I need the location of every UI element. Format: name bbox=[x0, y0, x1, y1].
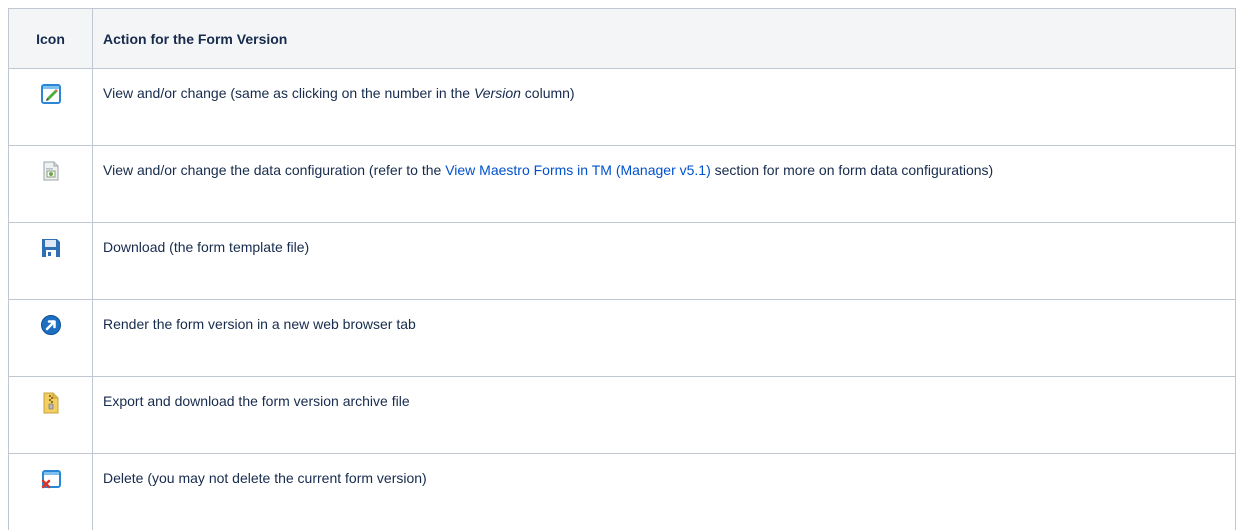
action-description: Delete (you may not delete the current f… bbox=[93, 454, 1236, 530]
action-text-tail: column) bbox=[521, 85, 575, 101]
action-description: View and/or change (same as clicking on … bbox=[93, 69, 1236, 146]
action-description: View and/or change the data configuratio… bbox=[93, 146, 1236, 223]
view-maestro-forms-link[interactable]: View Maestro Forms in TM (Manager v5.1) bbox=[445, 162, 711, 178]
data-configuration-icon bbox=[40, 160, 62, 182]
open-arrow-icon bbox=[40, 314, 62, 336]
delete-window-icon bbox=[40, 468, 62, 490]
action-column-header: Action for the Form Version bbox=[93, 9, 1236, 69]
table-row: View and/or change the data configuratio… bbox=[9, 146, 1236, 223]
table-row: Download (the form template file) bbox=[9, 223, 1236, 300]
edit-pencil-icon bbox=[40, 83, 62, 105]
table-header-row: Icon Action for the Form Version bbox=[9, 9, 1236, 69]
icon-column-header: Icon bbox=[9, 9, 93, 69]
action-description: Download (the form template file) bbox=[93, 223, 1236, 300]
icon-cell bbox=[9, 69, 93, 146]
icon-cell bbox=[9, 377, 93, 454]
action-text-tail: section for more on form data configurat… bbox=[711, 162, 993, 178]
floppy-disk-save-icon bbox=[40, 237, 62, 259]
form-version-actions-table: Icon Action for the Form Version View an… bbox=[8, 8, 1236, 530]
table-row: Delete (you may not delete the current f… bbox=[9, 454, 1236, 530]
table-row: Render the form version in a new web bro… bbox=[9, 300, 1236, 377]
icon-cell bbox=[9, 300, 93, 377]
action-text: View and/or change (same as clicking on … bbox=[103, 85, 474, 101]
zip-archive-icon bbox=[40, 391, 62, 415]
action-description: Render the form version in a new web bro… bbox=[93, 300, 1236, 377]
icon-cell bbox=[9, 223, 93, 300]
action-description: Export and download the form version arc… bbox=[93, 377, 1236, 454]
action-text: View and/or change the data configuratio… bbox=[103, 162, 445, 178]
table-row: Export and download the form version arc… bbox=[9, 377, 1236, 454]
icon-cell bbox=[9, 146, 93, 223]
icon-cell bbox=[9, 454, 93, 530]
version-column-reference: Version bbox=[474, 85, 521, 101]
table-row: View and/or change (same as clicking on … bbox=[9, 69, 1236, 146]
